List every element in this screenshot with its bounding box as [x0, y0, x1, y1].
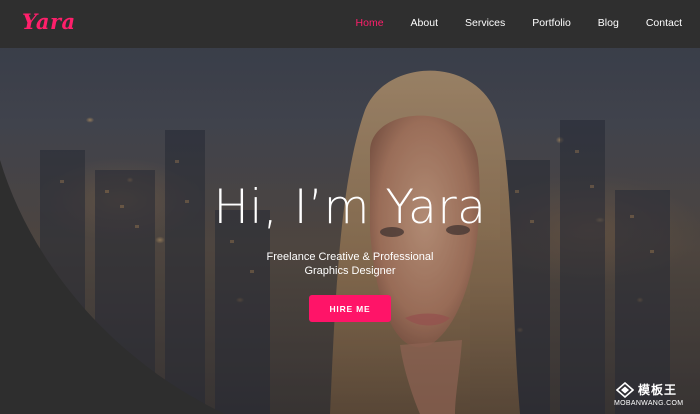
site-logo[interactable]: Yara [22, 9, 76, 34]
nav-item-services[interactable]: Services [465, 17, 505, 29]
nav-item-portfolio[interactable]: Portfolio [532, 17, 571, 29]
watermark: 模板王 MOBANWANG.COM [612, 380, 694, 410]
nav-item-contact[interactable]: Contact [646, 17, 682, 29]
nav-item-home[interactable]: Home [356, 17, 384, 29]
hero-title: Hi, I’m Yara [213, 180, 487, 235]
main-nav: Home About Services Portfolio Blog Conta… [329, 17, 682, 29]
watermark-cn-text: 模板王 [638, 383, 678, 397]
hero-subtitle: Freelance Creative & Professional Graphi… [266, 251, 434, 277]
nav-item-about[interactable]: About [411, 17, 438, 29]
watermark-logo-icon [616, 382, 634, 398]
watermark-en-text: MOBANWANG.COM [614, 400, 684, 407]
nav-item-blog[interactable]: Blog [598, 17, 619, 29]
page: Yara Home About Services Portfolio Blog … [0, 0, 700, 414]
hero-content: Hi, I’m Yara Freelance Creative & Profes… [150, 180, 550, 322]
site-header: Yara Home About Services Portfolio Blog … [0, 0, 700, 48]
hire-me-button[interactable]: HIRE ME [309, 295, 391, 322]
